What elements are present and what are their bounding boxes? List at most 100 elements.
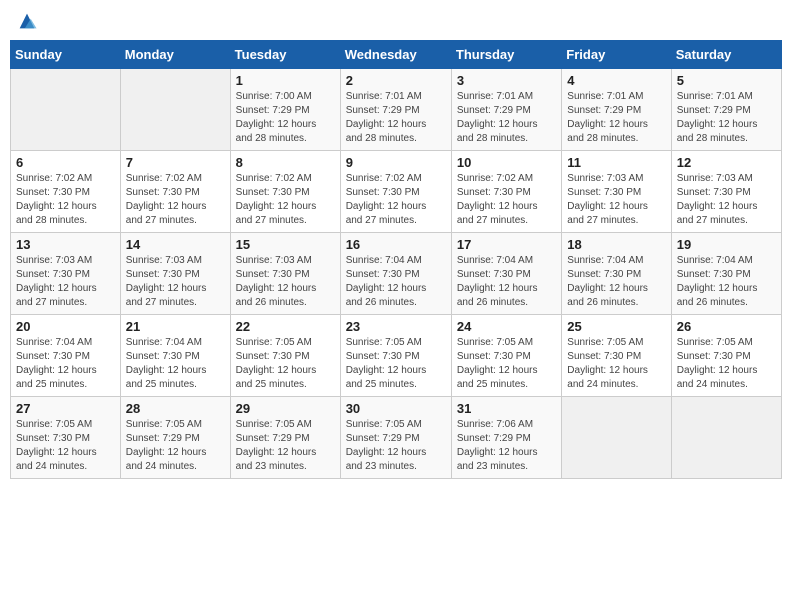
day-number: 15 xyxy=(236,237,335,252)
day-info: Sunrise: 7:05 AM Sunset: 7:30 PM Dayligh… xyxy=(16,418,115,474)
day-number: 5 xyxy=(677,73,776,88)
calendar-cell xyxy=(120,69,230,151)
day-number: 14 xyxy=(126,237,225,252)
calendar-week-4: 20 Sunrise: 7:04 AM Sunset: 7:30 PM Dayli… xyxy=(11,315,782,397)
calendar-cell: 5 Sunrise: 7:01 AM Sunset: 7:29 PM Daylig… xyxy=(671,69,781,151)
calendar-header-row: SundayMondayTuesdayWednesdayThursdayFrid… xyxy=(11,41,782,69)
calendar-cell: 2 Sunrise: 7:01 AM Sunset: 7:29 PM Daylig… xyxy=(340,69,451,151)
calendar-cell: 13Sunrise: 7:03 AM Sunset: 7:30 PM Dayli… xyxy=(11,233,121,315)
calendar-cell: 6 Sunrise: 7:02 AM Sunset: 7:30 PM Daylig… xyxy=(11,151,121,233)
calendar-cell: 8 Sunrise: 7:02 AM Sunset: 7:30 PM Daylig… xyxy=(230,151,340,233)
day-info: Sunrise: 7:03 AM Sunset: 7:30 PM Dayligh… xyxy=(236,254,335,310)
calendar-cell: 29 Sunrise: 7:05 AM Sunset: 7:29 PM Dayli… xyxy=(230,397,340,479)
calendar-cell: 3 Sunrise: 7:01 AM Sunset: 7:29 PM Daylig… xyxy=(451,69,561,151)
calendar-cell xyxy=(11,69,121,151)
day-info: Sunrise: 7:03 AM Sunset: 7:30 PM Dayligh… xyxy=(677,172,776,228)
calendar-header-monday: Monday xyxy=(120,41,230,69)
day-number: 4 xyxy=(567,73,665,88)
calendar-cell: 4Sunrise: 7:01 AM Sunset: 7:29 PM Daylig… xyxy=(562,69,671,151)
day-number: 26 xyxy=(677,319,776,334)
day-number: 7 xyxy=(126,155,225,170)
calendar-cell: 9 Sunrise: 7:02 AM Sunset: 7:30 PM Daylig… xyxy=(340,151,451,233)
calendar-header-saturday: Saturday xyxy=(671,41,781,69)
logo-icon xyxy=(16,10,38,32)
day-number: 27 xyxy=(16,401,115,416)
day-info: Sunrise: 7:04 AM Sunset: 7:30 PM Dayligh… xyxy=(457,254,556,310)
calendar-cell: 10 Sunrise: 7:02 AM Sunset: 7:30 PM Dayli… xyxy=(451,151,561,233)
day-info: Sunrise: 7:03 AM Sunset: 7:30 PM Dayligh… xyxy=(16,254,115,310)
day-info: Sunrise: 7:05 AM Sunset: 7:30 PM Dayligh… xyxy=(346,336,446,392)
day-info: Sunrise: 7:04 AM Sunset: 7:30 PM Dayligh… xyxy=(677,254,776,310)
day-number: 1 xyxy=(236,73,335,88)
calendar-week-2: 6 Sunrise: 7:02 AM Sunset: 7:30 PM Daylig… xyxy=(11,151,782,233)
calendar-cell xyxy=(562,397,671,479)
day-number: 2 xyxy=(346,73,446,88)
day-number: 31 xyxy=(457,401,556,416)
day-info: Sunrise: 7:02 AM Sunset: 7:30 PM Dayligh… xyxy=(16,172,115,228)
calendar-cell: 12Sunrise: 7:03 AM Sunset: 7:30 PM Dayli… xyxy=(671,151,781,233)
day-info: Sunrise: 7:05 AM Sunset: 7:30 PM Dayligh… xyxy=(457,336,556,392)
calendar-week-5: 27 Sunrise: 7:05 AM Sunset: 7:30 PM Dayli… xyxy=(11,397,782,479)
calendar-cell: 22 Sunrise: 7:05 AM Sunset: 7:30 PM Dayli… xyxy=(230,315,340,397)
calendar-cell xyxy=(671,397,781,479)
day-number: 11 xyxy=(567,155,665,170)
day-number: 25 xyxy=(567,319,665,334)
day-info: Sunrise: 7:03 AM Sunset: 7:30 PM Dayligh… xyxy=(126,254,225,310)
day-number: 20 xyxy=(16,319,115,334)
calendar-table: SundayMondayTuesdayWednesdayThursdayFrid… xyxy=(10,40,782,479)
day-info: Sunrise: 7:00 AM Sunset: 7:29 PM Dayligh… xyxy=(236,90,335,146)
day-number: 3 xyxy=(457,73,556,88)
day-number: 17 xyxy=(457,237,556,252)
calendar-cell: 23Sunrise: 7:05 AM Sunset: 7:30 PM Dayli… xyxy=(340,315,451,397)
day-number: 16 xyxy=(346,237,446,252)
day-number: 24 xyxy=(457,319,556,334)
day-info: Sunrise: 7:01 AM Sunset: 7:29 PM Dayligh… xyxy=(346,90,446,146)
day-info: Sunrise: 7:02 AM Sunset: 7:30 PM Dayligh… xyxy=(457,172,556,228)
calendar-cell: 25 Sunrise: 7:05 AM Sunset: 7:30 PM Dayli… xyxy=(562,315,671,397)
day-info: Sunrise: 7:05 AM Sunset: 7:29 PM Dayligh… xyxy=(346,418,446,474)
calendar-cell: 30 Sunrise: 7:05 AM Sunset: 7:29 PM Dayli… xyxy=(340,397,451,479)
day-info: Sunrise: 7:05 AM Sunset: 7:29 PM Dayligh… xyxy=(236,418,335,474)
day-number: 21 xyxy=(126,319,225,334)
day-info: Sunrise: 7:02 AM Sunset: 7:30 PM Dayligh… xyxy=(126,172,225,228)
calendar-cell: 21Sunrise: 7:04 AM Sunset: 7:30 PM Dayli… xyxy=(120,315,230,397)
calendar-cell: 26 Sunrise: 7:05 AM Sunset: 7:30 PM Dayli… xyxy=(671,315,781,397)
calendar-cell: 7 Sunrise: 7:02 AM Sunset: 7:30 PM Daylig… xyxy=(120,151,230,233)
day-info: Sunrise: 7:04 AM Sunset: 7:30 PM Dayligh… xyxy=(567,254,665,310)
calendar-cell: 27 Sunrise: 7:05 AM Sunset: 7:30 PM Dayli… xyxy=(11,397,121,479)
page-header xyxy=(10,10,782,32)
day-info: Sunrise: 7:05 AM Sunset: 7:30 PM Dayligh… xyxy=(236,336,335,392)
day-info: Sunrise: 7:01 AM Sunset: 7:29 PM Dayligh… xyxy=(677,90,776,146)
calendar-cell: 18Sunrise: 7:04 AM Sunset: 7:30 PM Dayli… xyxy=(562,233,671,315)
day-number: 30 xyxy=(346,401,446,416)
logo xyxy=(14,10,38,32)
day-number: 6 xyxy=(16,155,115,170)
calendar-cell: 28 Sunrise: 7:05 AM Sunset: 7:29 PM Dayli… xyxy=(120,397,230,479)
day-info: Sunrise: 7:02 AM Sunset: 7:30 PM Dayligh… xyxy=(346,172,446,228)
day-info: Sunrise: 7:04 AM Sunset: 7:30 PM Dayligh… xyxy=(16,336,115,392)
calendar-week-3: 13Sunrise: 7:03 AM Sunset: 7:30 PM Dayli… xyxy=(11,233,782,315)
day-info: Sunrise: 7:03 AM Sunset: 7:30 PM Dayligh… xyxy=(567,172,665,228)
calendar-cell: 15 Sunrise: 7:03 AM Sunset: 7:30 PM Dayli… xyxy=(230,233,340,315)
day-info: Sunrise: 7:04 AM Sunset: 7:30 PM Dayligh… xyxy=(346,254,446,310)
day-number: 22 xyxy=(236,319,335,334)
day-number: 19 xyxy=(677,237,776,252)
day-number: 28 xyxy=(126,401,225,416)
day-info: Sunrise: 7:05 AM Sunset: 7:30 PM Dayligh… xyxy=(677,336,776,392)
day-number: 10 xyxy=(457,155,556,170)
day-number: 9 xyxy=(346,155,446,170)
day-number: 8 xyxy=(236,155,335,170)
day-info: Sunrise: 7:05 AM Sunset: 7:30 PM Dayligh… xyxy=(567,336,665,392)
calendar-cell: 24 Sunrise: 7:05 AM Sunset: 7:30 PM Dayli… xyxy=(451,315,561,397)
calendar-cell: 1 Sunrise: 7:00 AM Sunset: 7:29 PM Daylig… xyxy=(230,69,340,151)
calendar-cell: 16 Sunrise: 7:04 AM Sunset: 7:30 PM Dayli… xyxy=(340,233,451,315)
day-info: Sunrise: 7:05 AM Sunset: 7:29 PM Dayligh… xyxy=(126,418,225,474)
day-number: 29 xyxy=(236,401,335,416)
calendar-header-thursday: Thursday xyxy=(451,41,561,69)
day-info: Sunrise: 7:02 AM Sunset: 7:30 PM Dayligh… xyxy=(236,172,335,228)
day-info: Sunrise: 7:01 AM Sunset: 7:29 PM Dayligh… xyxy=(457,90,556,146)
calendar-cell: 11 Sunrise: 7:03 AM Sunset: 7:30 PM Dayli… xyxy=(562,151,671,233)
calendar-cell: 14 Sunrise: 7:03 AM Sunset: 7:30 PM Dayli… xyxy=(120,233,230,315)
day-info: Sunrise: 7:06 AM Sunset: 7:29 PM Dayligh… xyxy=(457,418,556,474)
calendar-header-friday: Friday xyxy=(562,41,671,69)
